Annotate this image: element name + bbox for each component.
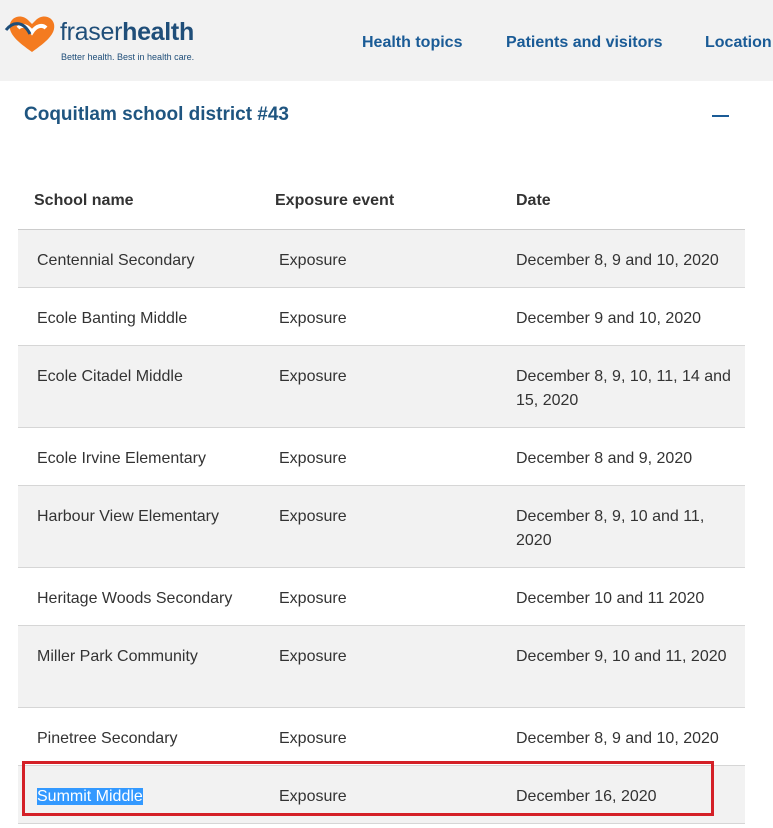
selected-text[interactable]: Summit Middle — [37, 788, 143, 805]
school-name: Miller Park Community — [37, 648, 198, 665]
exposure-table: School name Exposure event Date Centenni… — [18, 178, 745, 824]
exposure-date: December 10 and 11 2020 — [516, 590, 705, 607]
exposure-event: Exposure — [279, 450, 347, 467]
table-row: Ecole Irvine Elementary Exposure Decembe… — [18, 428, 745, 486]
exposure-date: December 8 and 9, 2020 — [516, 450, 693, 467]
exposure-date: December 8, 9 and 10, 2020 — [516, 730, 719, 747]
exposure-date: December 8, 9 and 10, 2020 — [516, 252, 719, 269]
table-row: Harbour View Elementary Exposure Decembe… — [18, 486, 745, 568]
table-row: Ecole Citadel Middle Exposure December 8… — [18, 346, 745, 428]
header-exposure-event: Exposure event — [275, 192, 395, 209]
exposure-event: Exposure — [279, 788, 347, 805]
school-name: Centennial Secondary — [37, 252, 195, 269]
table-row: Centennial Secondary Exposure December 8… — [18, 230, 745, 288]
exposure-date: December 16, 2020 — [516, 788, 657, 805]
exposure-date: December 9, 10 and 11, 2020 — [516, 648, 727, 665]
exposure-event: Exposure — [279, 648, 347, 665]
brand-tagline: Better health. Best in health care. — [61, 52, 195, 62]
exposure-event: Exposure — [279, 730, 347, 747]
minus-icon[interactable] — [711, 104, 731, 126]
nav-locations[interactable]: Location — [705, 34, 772, 52]
accordion-title[interactable]: Coquitlam school district #43 — [24, 104, 289, 126]
school-name: Pinetree Secondary — [37, 730, 178, 747]
heart-logo-icon — [4, 16, 55, 52]
nav-health-topics[interactable]: Health topics — [362, 34, 462, 52]
table-row: Pinetree Secondary Exposure December 8, … — [18, 708, 745, 766]
school-name: Summit Middle — [37, 785, 267, 809]
exposure-event: Exposure — [279, 310, 347, 327]
header-school-name: School name — [34, 192, 134, 209]
school-name: Ecole Citadel Middle — [37, 368, 183, 385]
fraserhealth-logo[interactable]: fraserhealth Better health. Best in heal… — [4, 12, 204, 68]
brand-wordmark: fraserhealth — [60, 18, 194, 46]
table-row: Heritage Woods Secondary Exposure Decemb… — [18, 568, 745, 626]
nav-patients-and-visitors[interactable]: Patients and visitors — [506, 34, 663, 52]
exposure-event: Exposure — [279, 368, 347, 385]
site-header: fraserhealth Better health. Best in heal… — [0, 0, 773, 81]
table-header: School name Exposure event Date — [18, 178, 745, 230]
school-name: Ecole Banting Middle — [37, 310, 188, 327]
exposure-date: December 9 and 10, 2020 — [516, 310, 702, 327]
exposure-date: December 8, 9, 10, 11, 14 and 15, 2020 — [516, 368, 731, 409]
school-name: Harbour View Elementary — [37, 508, 220, 525]
school-name: Heritage Woods Secondary — [37, 590, 233, 607]
exposure-event: Exposure — [279, 508, 347, 525]
header-date: Date — [516, 192, 551, 209]
table-row: Miller Park Community Exposure December … — [18, 626, 745, 708]
table-row: Summit Middle Exposure December 16, 2020 — [18, 766, 745, 824]
exposure-event: Exposure — [279, 590, 347, 607]
exposure-event: Exposure — [279, 252, 347, 269]
table-row: Ecole Banting Middle Exposure December 9… — [18, 288, 745, 346]
school-name: Ecole Irvine Elementary — [37, 450, 206, 467]
exposure-date: December 8, 9, 10 and 11, 2020 — [516, 508, 705, 549]
